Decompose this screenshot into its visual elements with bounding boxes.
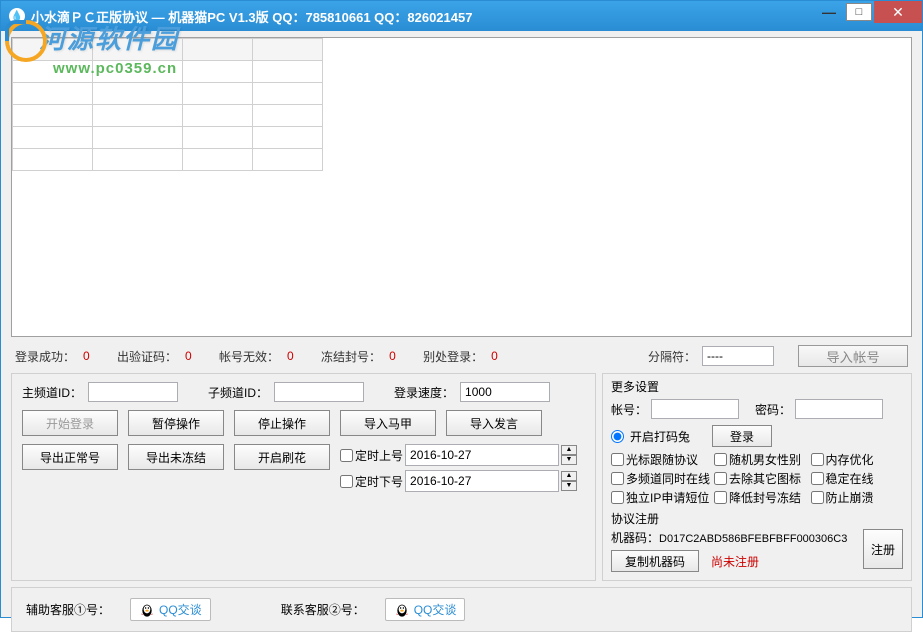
invalid-value: 0 (287, 349, 315, 363)
opt-label-7: 降低封号冻结 (729, 489, 801, 506)
opt-label-1: 随机男女性别 (729, 451, 801, 468)
reg-status: 尚未注册 (711, 553, 759, 570)
invalid-label: 帐号无效： (219, 348, 279, 365)
frozen-label: 冻结封号： (321, 348, 381, 365)
password-input[interactable] (795, 399, 883, 419)
timed-up-checkbox[interactable] (340, 449, 353, 462)
separator-input[interactable] (702, 346, 774, 366)
opt-cursor-follow-checkbox[interactable] (611, 453, 624, 466)
accounts-grid[interactable] (11, 37, 912, 337)
titlebar: 💧 小水滴ＰＣ正版协议 — 机器猫PC V1.3版 QQ：785810661 Q… (1, 1, 922, 31)
more-settings-panel: 更多设置 帐号： 密码： 开启打码兔 登录 光标跟随协议 随机男女性别 (602, 373, 912, 581)
main-controls-panel: 主频道ID： 子频道ID： 登录速度： 开始登录 暂停操作 停止操作 导入马甲 … (11, 373, 596, 581)
opt-label-4: 去除其它图标 (729, 470, 801, 487)
main-channel-label: 主频道ID： (22, 384, 82, 401)
elsewhere-label: 别处登录： (423, 348, 483, 365)
account-input[interactable] (651, 399, 739, 419)
opt-label-5: 稳定在线 (826, 470, 874, 487)
status-bar: 登录成功：0 出验证码：0 帐号无效：0 冻结封号：0 别处登录：0 分隔符： … (11, 337, 912, 373)
register-button[interactable]: 注册 (863, 529, 903, 569)
copy-machine-button[interactable]: 复制机器码 (611, 550, 699, 572)
login-speed-label: 登录速度： (394, 384, 454, 401)
open-dama-radio[interactable] (611, 430, 624, 443)
qq-penguin-icon (139, 602, 155, 618)
timed-up-input[interactable] (405, 444, 559, 466)
qq-penguin-icon-2 (394, 602, 410, 618)
login-ok-label: 登录成功： (15, 348, 75, 365)
export-unfrozen-button[interactable]: 导出未冻结 (128, 444, 224, 470)
footer-panel: 辅助客服①号： QQ交谈 联系客服②号： QQ交谈 (11, 587, 912, 632)
qq-chat-label-2: QQ交谈 (414, 601, 457, 618)
opt-independent-ip-checkbox[interactable] (611, 491, 624, 504)
sub-channel-input[interactable] (274, 382, 364, 402)
options-grid: 光标跟随协议 随机男女性别 内存优化 多频道同时在线 去除其它图标 稳定在线 独… (611, 451, 903, 506)
app-icon: 💧 (9, 8, 25, 24)
login-button[interactable]: 登录 (712, 425, 772, 447)
account-label: 帐号： (611, 401, 647, 418)
import-vest-button[interactable]: 导入马甲 (340, 410, 436, 436)
captcha-value: 0 (185, 349, 213, 363)
opt-label-0: 光标跟随协议 (626, 451, 698, 468)
opt-prevent-crash-checkbox[interactable] (811, 491, 824, 504)
spin-down-icon[interactable]: ▼ (561, 455, 577, 465)
elsewhere-value: 0 (491, 349, 519, 363)
export-normal-button[interactable]: 导出正常号 (22, 444, 118, 470)
opt-stable-online-checkbox[interactable] (811, 472, 824, 485)
opt-label-8: 防止崩溃 (826, 489, 874, 506)
captcha-label: 出验证码： (117, 348, 177, 365)
minimize-button[interactable]: — (814, 1, 844, 23)
separator-label: 分隔符： (648, 348, 696, 365)
password-label: 密码： (755, 401, 791, 418)
login-speed-input[interactable] (460, 382, 550, 402)
pause-button[interactable]: 暂停操作 (128, 410, 224, 436)
import-accounts-button[interactable]: 导入帐号 (798, 345, 908, 367)
reg-title: 协议注册 (611, 510, 903, 527)
spin-up-icon[interactable]: ▲ (561, 445, 577, 455)
opt-multi-channel-checkbox[interactable] (611, 472, 624, 485)
start-flower-button[interactable]: 开启刷花 (234, 444, 330, 470)
timed-down-input[interactable] (405, 470, 559, 492)
opt-remove-icons-checkbox[interactable] (714, 472, 727, 485)
timed-down-label: 定时下号 (355, 473, 403, 490)
machine-code-value: D017C2ABD586BFEBFBFF000306C3 (659, 533, 847, 545)
close-button[interactable]: ✕ (874, 1, 922, 23)
opt-label-3: 多频道同时在线 (626, 470, 710, 487)
maximize-button[interactable]: □ (846, 3, 872, 21)
opt-mem-optimize-checkbox[interactable] (811, 453, 824, 466)
window-controls: — □ ✕ (814, 1, 922, 31)
more-settings-title: 更多设置 (611, 378, 903, 395)
main-channel-input[interactable] (88, 382, 178, 402)
start-login-button[interactable]: 开始登录 (22, 410, 118, 436)
grid-table (12, 38, 323, 171)
app-window: 💧 小水滴ＰＣ正版协议 — 机器猫PC V1.3版 QQ：785810661 Q… (0, 0, 923, 618)
opt-random-gender-checkbox[interactable] (714, 453, 727, 466)
window-title: 小水滴ＰＣ正版协议 — 机器猫PC V1.3版 QQ：785810661 QQ：… (31, 7, 814, 26)
timed-up-label: 定时上号 (355, 447, 403, 464)
service2-label: 联系客服②号： (281, 601, 365, 618)
frozen-value: 0 (389, 349, 417, 363)
open-dama-label: 开启打码兔 (630, 428, 690, 445)
timed-down-checkbox[interactable] (340, 475, 353, 488)
opt-reduce-freeze-checkbox[interactable] (714, 491, 727, 504)
qq-chat-label-1: QQ交谈 (159, 601, 202, 618)
machine-label: 机器码： (611, 531, 659, 545)
sub-channel-label: 子频道ID： (208, 384, 268, 401)
login-ok-value: 0 (83, 349, 111, 363)
spin-up-icon-2[interactable]: ▲ (561, 471, 577, 481)
opt-label-2: 内存优化 (826, 451, 874, 468)
stop-button[interactable]: 停止操作 (234, 410, 330, 436)
service1-label: 辅助客服①号： (26, 601, 110, 618)
opt-label-6: 独立IP申请短位 (626, 489, 709, 506)
spin-down-icon-2[interactable]: ▼ (561, 481, 577, 491)
import-say-button[interactable]: 导入发言 (446, 410, 542, 436)
